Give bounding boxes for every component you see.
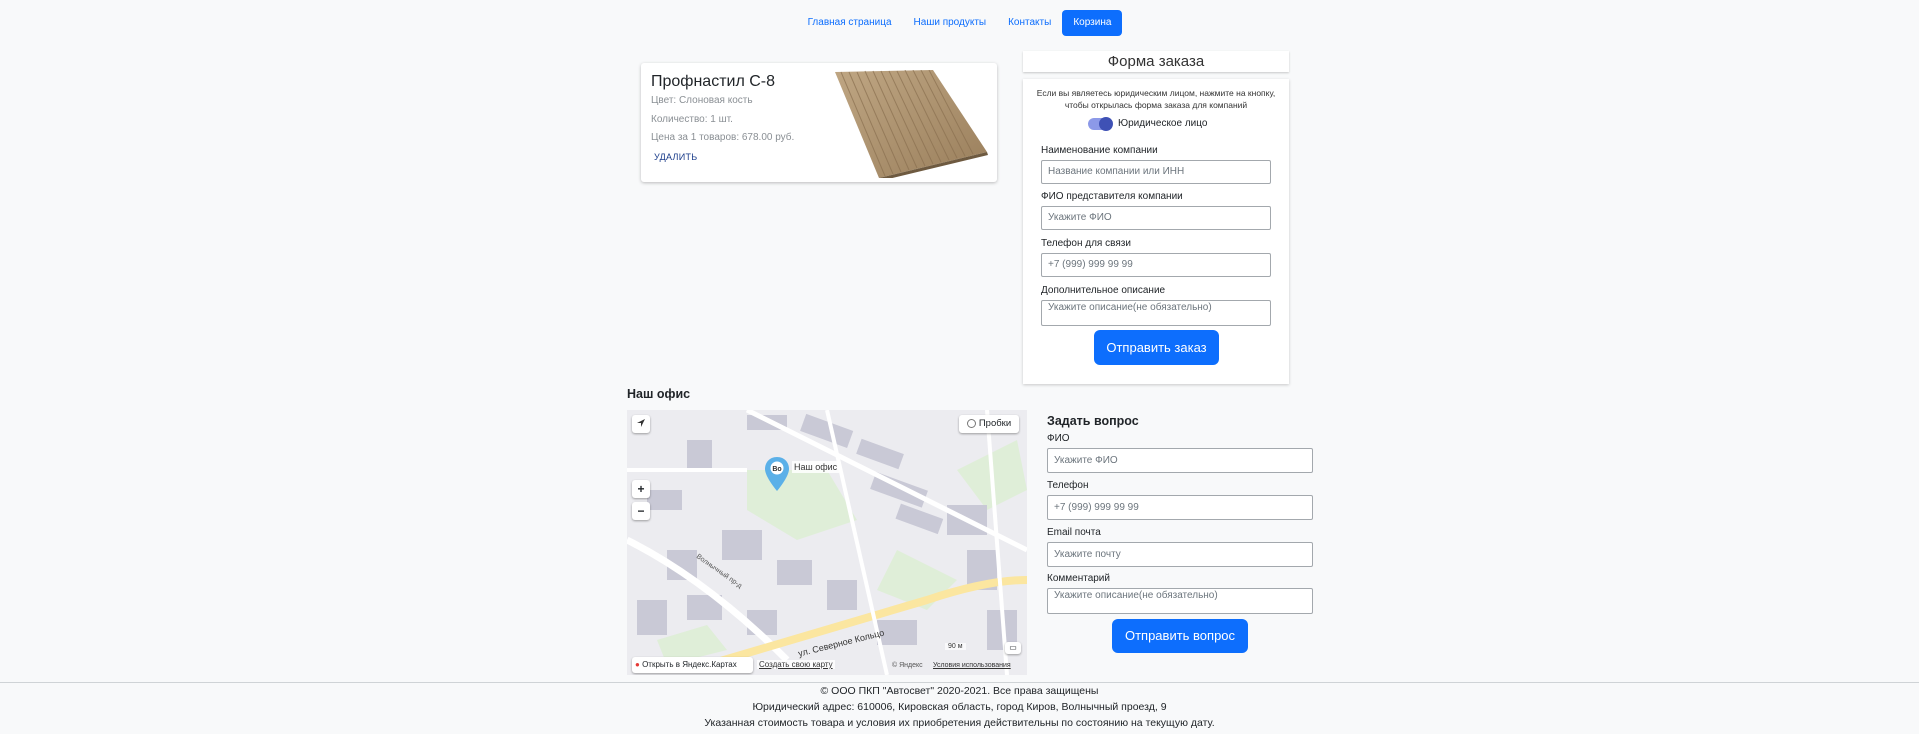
q-comment-textarea[interactable]: Укажите описание(не обязательно) <box>1047 588 1313 614</box>
q-phone-label: Телефон <box>1047 480 1089 491</box>
traffic-icon <box>966 419 976 428</box>
nav-contacts-link[interactable]: Контакты <box>997 10 1062 36</box>
legal-entity-toggle[interactable] <box>1088 117 1113 131</box>
footer-copyright: © ООО ПКП "Автосвет" 2020-2021. Все прав… <box>820 685 1099 697</box>
q-name-label: ФИО <box>1047 433 1070 444</box>
navigation-arrow-icon <box>637 419 645 427</box>
zoom-in-button[interactable]: + <box>632 480 650 498</box>
cart-item-card: Профнастил С-8 Цвет: Слоновая кость Коли… <box>641 63 997 182</box>
terms-link[interactable]: Условия использования <box>933 662 1011 669</box>
office-map[interactable]: Пробки + − Bo Наш офис ул. Северное Коль… <box>627 410 1027 675</box>
representative-input[interactable]: Укажите ФИО <box>1041 206 1271 230</box>
create-map-link[interactable]: Создать свою карту <box>757 660 835 669</box>
company-name-input[interactable]: Название компании или ИНН <box>1041 160 1271 184</box>
q-comment-label: Комментарий <box>1047 573 1110 584</box>
phone-label: Телефон для связи <box>1041 238 1131 249</box>
product-quantity: Количество: 1 шт. <box>651 114 733 125</box>
submit-order-button[interactable]: Отправить заказ <box>1094 330 1219 365</box>
map-copyright: © Яндекс <box>892 662 923 669</box>
locate-me-button[interactable] <box>632 415 650 433</box>
ruler-icon: ▭ <box>1009 643 1017 652</box>
legal-entity-label: Юридическое лицо <box>1118 118 1208 129</box>
toggle-knob <box>1099 117 1113 131</box>
order-form-title: Форма заказа <box>1023 51 1289 72</box>
phone-input[interactable]: +7 (999) 999 99 99 <box>1041 253 1271 277</box>
representative-label: ФИО представителя компании <box>1041 191 1183 202</box>
description-textarea[interactable]: Укажите описание(не обязательно) <box>1041 300 1271 326</box>
open-link-label: Открыть в Яндекс.Картах <box>642 660 737 669</box>
open-in-yandex-maps-link[interactable]: ● Открыть в Яндекс.Картах <box>632 657 753 673</box>
nav-home-link[interactable]: Главная страница <box>797 10 903 36</box>
nav-products-link[interactable]: Наши продукты <box>903 10 998 36</box>
traffic-button[interactable]: Пробки <box>959 415 1019 433</box>
ruler-button[interactable]: ▭ <box>1005 642 1021 654</box>
marker-label: Наш офис <box>792 461 840 473</box>
map-canvas <box>627 410 1027 675</box>
footer-address: Юридический адрес: 610006, Кировская обл… <box>752 701 1167 713</box>
submit-question-button[interactable]: Отправить вопрос <box>1112 619 1248 653</box>
question-form-title: Задать вопрос <box>1047 414 1139 428</box>
traffic-label: Пробки <box>978 418 1012 429</box>
footer: © ООО ПКП "Автосвет" 2020-2021. Все прав… <box>0 682 1919 734</box>
svg-text:Bo: Bo <box>772 466 781 473</box>
zoom-out-button[interactable]: − <box>632 502 650 520</box>
order-form-hint: Если вы являетесь юридическим лицом, наж… <box>1036 88 1276 110</box>
product-image <box>835 70 988 178</box>
office-title: Наш офис <box>627 387 691 401</box>
q-phone-input[interactable]: +7 (999) 999 99 99 <box>1047 495 1313 520</box>
product-color: Цвет: Слоновая кость <box>651 95 753 106</box>
top-nav: Главная страница Наши продукты Контакты … <box>0 10 1919 36</box>
q-email-input[interactable]: Укажите почту <box>1047 542 1313 567</box>
description-label: Дополнительное описание <box>1041 285 1166 296</box>
map-pin-icon: ● <box>635 660 640 669</box>
q-name-input[interactable]: Укажите ФИО <box>1047 448 1313 473</box>
footer-disclaimer: Указанная стоимость товара и условия их … <box>704 717 1215 729</box>
q-email-label: Email почта <box>1047 527 1101 538</box>
product-price: Цена за 1 товаров: 678.00 руб. <box>651 132 795 143</box>
map-scale: 90 м <box>945 643 966 650</box>
nav-cart-link[interactable]: Корзина <box>1062 10 1123 36</box>
company-name-label: Наименование компании <box>1041 145 1158 156</box>
delete-button[interactable]: УДАЛИТЬ <box>654 152 698 162</box>
order-form: Если вы являетесь юридическим лицом, наж… <box>1023 79 1289 384</box>
office-marker-icon[interactable]: Bo <box>763 455 791 495</box>
product-title: Профнастил С-8 <box>651 73 776 90</box>
